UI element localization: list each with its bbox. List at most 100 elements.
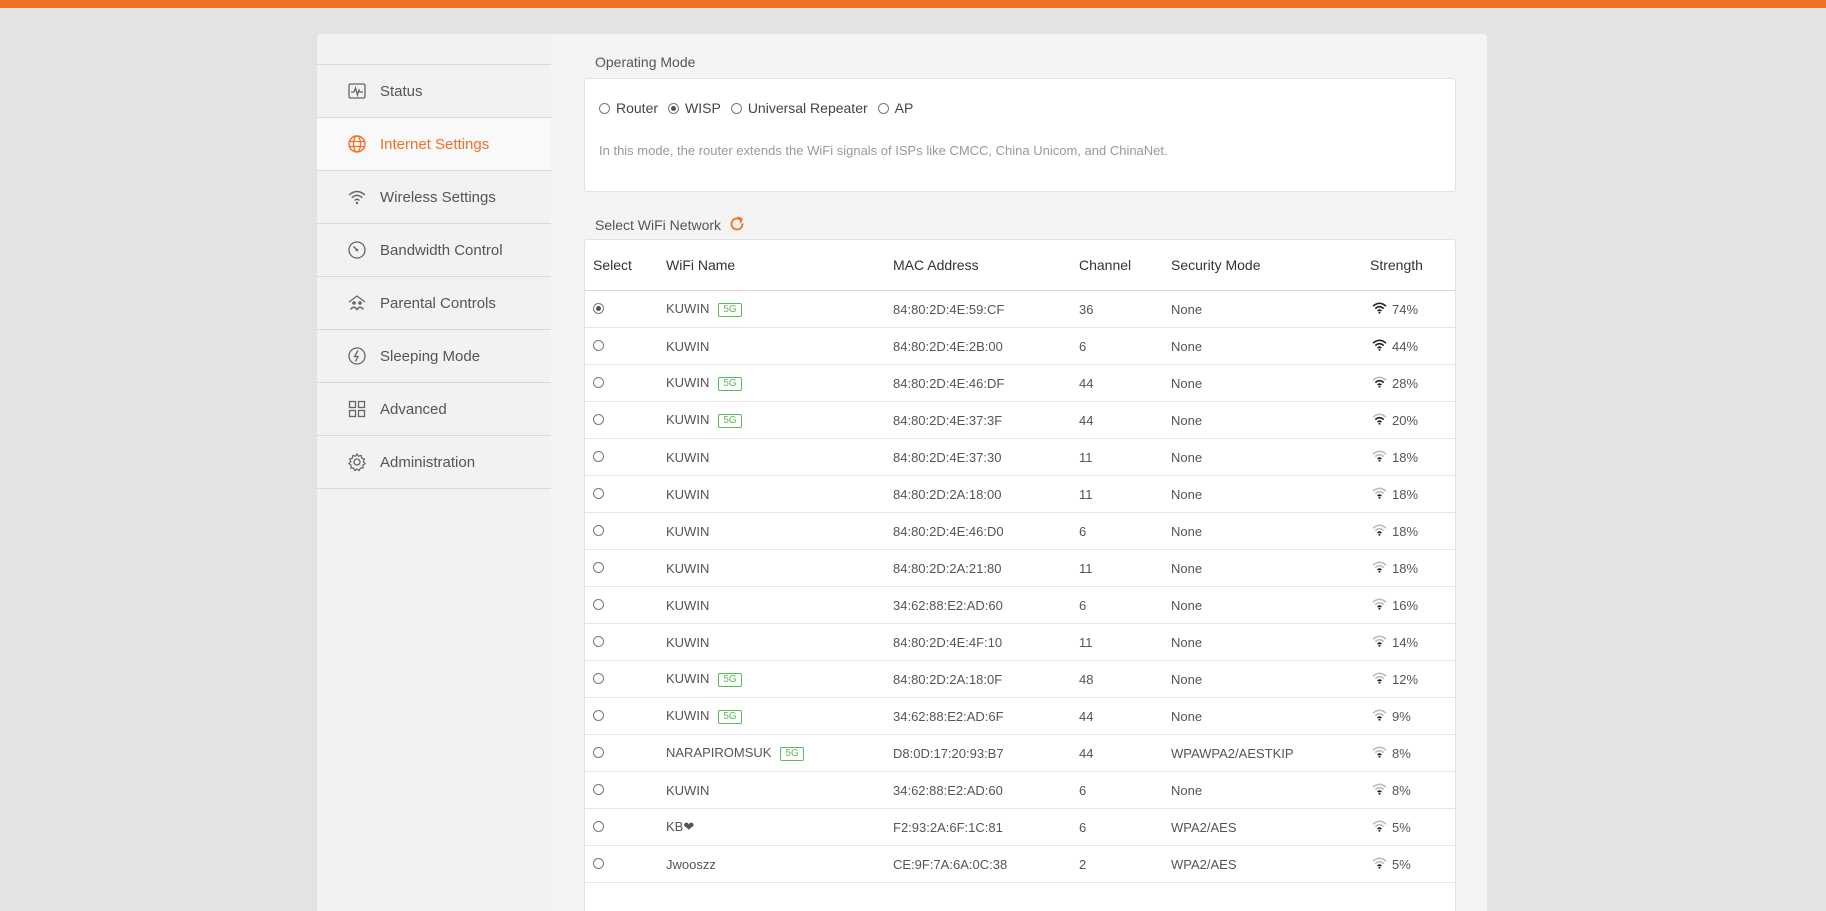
wifi-name: KUWIN	[666, 338, 710, 354]
status-icon	[346, 80, 368, 102]
sidebar-item-internet-settings[interactable]: Internet Settings	[317, 118, 551, 171]
table-row[interactable]: NARAPIROMSUK 5G D8:0D:17:20:93:B7 44 WPAWPA2…	[585, 734, 1455, 772]
refresh-icon[interactable]	[728, 215, 746, 233]
row-select-radio[interactable]	[593, 598, 604, 610]
table-row[interactable]: KUWIN 5G 84:80:2D:4E:37:3F 44 None 20%	[585, 401, 1455, 439]
wifi-name: KUWIN	[666, 634, 710, 650]
mode-option-universal-repeater[interactable]: Universal Repeater	[730, 100, 868, 116]
strength-value: 14%	[1392, 634, 1419, 650]
sidebar-item-label: Sleeping Mode	[380, 347, 481, 365]
channel-cell: 11	[1079, 438, 1171, 476]
table-row[interactable]: KUWIN 34:62:88:E2:AD:60 6 None 8%	[585, 771, 1455, 809]
row-select-radio[interactable]	[593, 857, 604, 869]
operating-mode-card: Router WISP Universal Repeater AP In this m…	[584, 78, 1456, 192]
signal-strength-icon	[1370, 746, 1392, 761]
strength-value: 8%	[1392, 745, 1411, 761]
gear-icon	[346, 451, 368, 473]
mode-option-router[interactable]: Router	[599, 100, 658, 116]
wifi-name: KUWIN	[666, 523, 710, 539]
table-row[interactable]: KUWIN 84:80:2D:4E:2B:00 6 None 44%	[585, 327, 1455, 365]
select-cell	[585, 845, 666, 883]
row-select-radio[interactable]	[593, 450, 604, 462]
row-select-radio[interactable]	[593, 413, 604, 425]
table-row[interactable]: Jwooszz CE:9F:7A:6A:0C:38 2 WPA2/AES 5%	[585, 845, 1455, 883]
strength-value: 5%	[1392, 856, 1411, 872]
sidebar-item-parental-controls[interactable]: Parental Controls	[317, 277, 551, 330]
table-row[interactable]: KUWIN 5G 84:80:2D:4E:46:DF 44 None 28%	[585, 364, 1455, 402]
row-select-radio[interactable]	[593, 709, 604, 721]
radio-button[interactable]	[599, 102, 610, 114]
channel-cell: 6	[1079, 586, 1171, 624]
security-mode-cell: None	[1171, 401, 1370, 439]
table-row[interactable]: KUWIN 84:80:2D:4E:46:D0 6 None 18%	[585, 512, 1455, 550]
row-select-radio[interactable]	[593, 302, 604, 314]
strength-cell: 16%	[1370, 586, 1455, 624]
row-select-radio[interactable]	[593, 783, 604, 795]
strength-cell: 20%	[1370, 401, 1455, 439]
table-row[interactable]: KUWIN 84:80:2D:4E:4F:10 11 None 14%	[585, 623, 1455, 661]
row-select-radio[interactable]	[593, 524, 604, 536]
table-row[interactable]: KUWIN 84:80:2D:2A:21:80 11 None 18%	[585, 549, 1455, 587]
mac-address-cell: 34:62:88:E2:AD:6F	[893, 697, 1079, 735]
row-select-radio[interactable]	[593, 561, 604, 573]
row-select-radio[interactable]	[593, 635, 604, 647]
channel-cell: 44	[1079, 364, 1171, 402]
mac-address-cell: 34:62:88:E2:AD:60	[893, 586, 1079, 624]
table-row[interactable]: KUWIN 84:80:2D:2A:18:00 11 None 18%	[585, 475, 1455, 513]
select-cell	[585, 734, 666, 772]
wifi-name: KUWIN	[666, 782, 710, 798]
mode-option-ap[interactable]: AP	[877, 100, 913, 116]
sidebar-item-advanced[interactable]: Advanced	[317, 383, 551, 436]
sidebar-item-bandwidth-control[interactable]: Bandwidth Control	[317, 224, 551, 277]
signal-strength-icon	[1370, 413, 1392, 428]
wifi-name-cell: KB❤	[666, 808, 893, 846]
signal-strength-icon	[1370, 450, 1392, 465]
row-select-radio[interactable]	[593, 746, 604, 758]
radio-button[interactable]	[668, 102, 680, 114]
strength-cell: 18%	[1370, 549, 1455, 587]
row-select-radio[interactable]	[593, 820, 604, 832]
wifi-name-cell: NARAPIROMSUK 5G	[666, 734, 893, 772]
row-select-radio[interactable]	[593, 672, 604, 684]
table-row[interactable]: KUWIN 84:80:2D:4E:37:30 11 None 18%	[585, 438, 1455, 476]
strength-value: 12%	[1392, 671, 1419, 687]
sidebar-item-status[interactable]: Status	[317, 65, 551, 118]
table-row[interactable]: KUWIN 5G 84:80:2D:4E:59:CF 36 None 74%	[585, 290, 1455, 328]
wifi-name-cell: KUWIN	[666, 623, 893, 661]
mac-address-cell: 84:80:2D:4E:37:30	[893, 438, 1079, 476]
select-cell	[585, 512, 666, 550]
strength-cell: 14%	[1370, 623, 1455, 661]
security-mode-cell: None	[1171, 660, 1370, 698]
sidebar-item-label: Bandwidth Control	[380, 241, 503, 259]
signal-strength-icon	[1370, 561, 1392, 576]
table-row[interactable]: KUWIN 34:62:88:E2:AD:60 6 None 16%	[585, 586, 1455, 624]
wifi-name-cell: KUWIN	[666, 512, 893, 550]
wifi-name-cell: KUWIN 5G	[666, 364, 893, 402]
wifi-name-cell: KUWIN	[666, 586, 893, 624]
security-mode-cell: None	[1171, 771, 1370, 809]
signal-strength-icon	[1370, 339, 1392, 354]
col-channel: Channel	[1079, 240, 1171, 291]
security-mode-cell: None	[1171, 475, 1370, 513]
row-select-radio[interactable]	[593, 339, 604, 351]
mac-address-cell: 84:80:2D:2A:18:0F	[893, 660, 1079, 698]
signal-strength-icon	[1370, 820, 1392, 835]
wifi-name: KUWIN	[666, 486, 710, 502]
table-row[interactable]: KUWIN 5G 34:62:88:E2:AD:6F 44 None 9%	[585, 697, 1455, 735]
main-panel: Status Internet Settings Wireless Settings…	[317, 34, 1487, 911]
select-cell	[585, 290, 666, 328]
sidebar-item-wireless-settings[interactable]: Wireless Settings	[317, 171, 551, 224]
radio-button[interactable]	[877, 102, 889, 114]
wifi-name-cell: KUWIN 5G	[666, 697, 893, 735]
row-select-radio[interactable]	[593, 487, 604, 499]
sidebar-item-sleeping-mode[interactable]: Sleeping Mode	[317, 330, 551, 383]
wifi-name-cell: KUWIN	[666, 438, 893, 476]
mode-option-wisp[interactable]: WISP	[668, 100, 721, 116]
radio-button[interactable]	[730, 102, 742, 114]
row-select-radio[interactable]	[593, 376, 604, 388]
table-row[interactable]: KUWIN 5G 84:80:2D:2A:18:0F 48 None 12%	[585, 660, 1455, 698]
table-row[interactable]: KB❤ F2:93:2A:6F:1C:81 6 WPA2/AES 5%	[585, 808, 1455, 846]
select-cell	[585, 364, 666, 402]
mac-address-cell: F2:93:2A:6F:1C:81	[893, 808, 1079, 846]
sidebar-item-administration[interactable]: Administration	[317, 436, 551, 489]
